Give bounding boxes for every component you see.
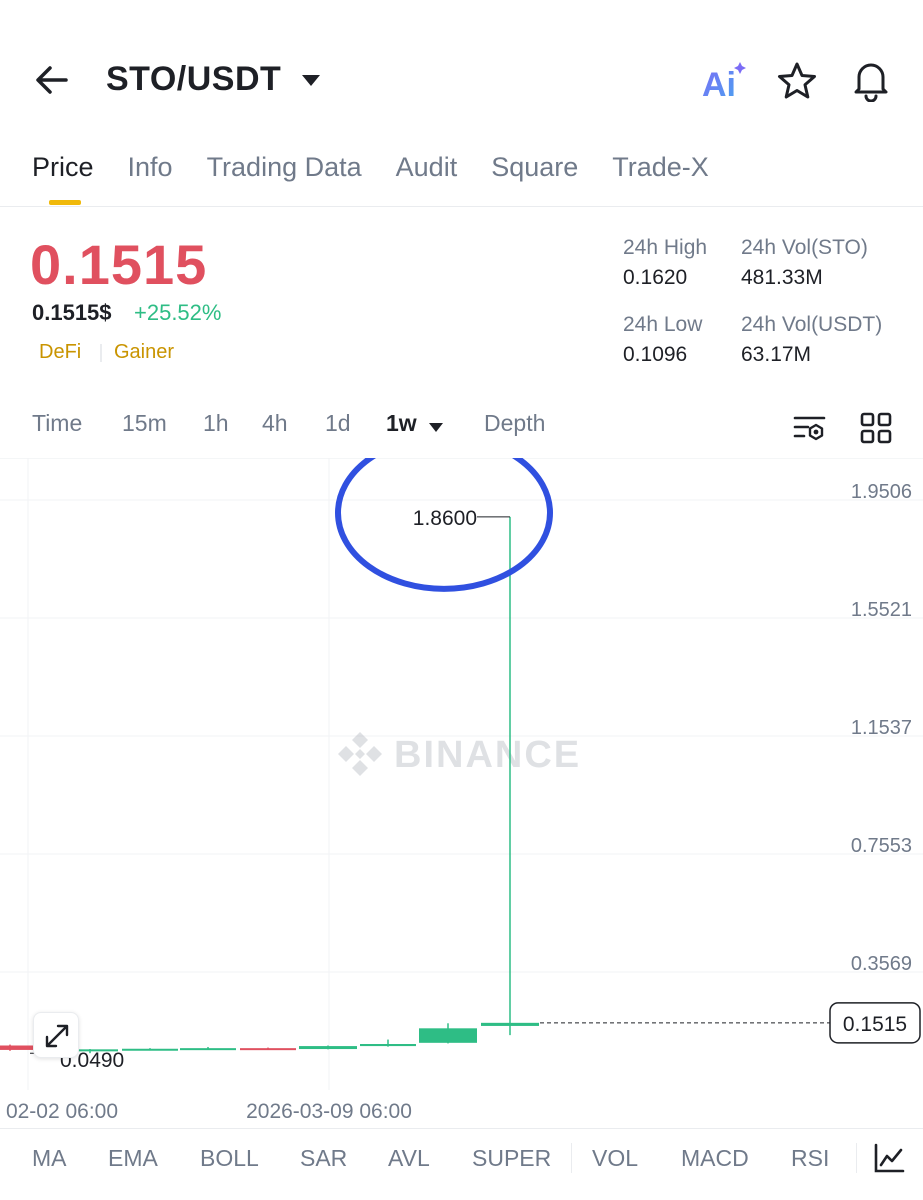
indicator-sar[interactable]: SAR <box>300 1145 347 1172</box>
candle-body <box>481 1022 539 1026</box>
interval-4h[interactable]: 4h <box>262 410 288 437</box>
y-tick-label: 1.5521 <box>851 599 912 621</box>
tab-bar: Price Info Trading Data Audit Square Tra… <box>32 148 709 208</box>
favorite-star-icon[interactable] <box>776 60 818 102</box>
indicator-boll[interactable]: BOLL <box>200 1145 259 1172</box>
line-chart-icon[interactable] <box>872 1141 906 1175</box>
indicator-ema[interactable]: EMA <box>108 1145 158 1172</box>
interval-1d[interactable]: 1d <box>325 410 351 437</box>
interval-1h[interactable]: 1h <box>203 410 229 437</box>
candle-body <box>419 1028 477 1043</box>
divider <box>0 206 923 207</box>
tag-gainer[interactable]: Gainer <box>114 341 174 364</box>
candle-body <box>240 1048 296 1051</box>
candle-body <box>360 1044 416 1047</box>
candle-body <box>122 1048 178 1051</box>
price-change-percent: +25.52% <box>134 300 222 325</box>
y-axis-labels: 1.9506 1.5521 1.1537 0.7553 0.3569 <box>851 481 912 975</box>
low-label: 24h Low <box>623 313 703 336</box>
tab-audit[interactable]: Audit <box>396 148 458 208</box>
indicator-avl[interactable]: AVL <box>388 1145 430 1172</box>
tab-square[interactable]: Square <box>491 148 578 208</box>
candles <box>0 516 539 1054</box>
tab-info[interactable]: Info <box>128 148 173 208</box>
tag-defi[interactable]: DeFi <box>39 341 81 364</box>
current-price-label: 0.1515 <box>843 1013 907 1036</box>
interval-depth[interactable]: Depth <box>484 410 545 437</box>
header: STO/USDT Ai <box>0 0 923 160</box>
vol-sto-label: 24h Vol(STO) <box>741 236 868 259</box>
indicator-bar: MA EMA BOLL SAR AVL SUPER VOL MACD RSI <box>0 1128 923 1188</box>
x-tick-label: 02-02 06:00 <box>6 1100 118 1123</box>
y-tick-label: 0.7553 <box>851 835 912 857</box>
interval-dropdown-icon[interactable] <box>428 421 444 433</box>
candlestick-chart[interactable]: BINANCE 1.9506 1.5521 1.1537 0.7553 0.3569 1… <box>0 458 923 1138</box>
candle-body <box>180 1048 236 1051</box>
indicator-ma[interactable]: MA <box>32 1145 67 1172</box>
fullscreen-button[interactable] <box>33 1012 79 1058</box>
tab-trade-x[interactable]: Trade-X <box>612 148 709 208</box>
indicator-vol[interactable]: VOL <box>592 1145 638 1172</box>
chart-settings-icon[interactable] <box>790 408 830 448</box>
last-price: 0.1515 <box>30 233 208 296</box>
usd-price: 0.1515$ <box>32 300 112 325</box>
y-tick-label: 0.3569 <box>851 953 912 975</box>
tab-trading-data[interactable]: Trading Data <box>207 148 362 208</box>
interval-15m[interactable]: 15m <box>122 410 167 437</box>
indicator-rsi[interactable]: RSI <box>791 1145 829 1172</box>
expand-icon <box>45 1024 69 1048</box>
high-value: 0.1620 <box>623 266 688 289</box>
layout-grid-icon[interactable] <box>856 408 896 448</box>
vol-sto-value: 481.33M <box>741 266 823 289</box>
indicator-divider <box>571 1143 572 1173</box>
y-tick-label: 1.1537 <box>851 717 912 739</box>
ai-label: Ai <box>702 66 736 102</box>
high-price-marker: 1.8600 <box>413 507 477 530</box>
chart-canvas: BINANCE 1.9506 1.5521 1.1537 0.7553 0.3569 1… <box>0 458 923 1123</box>
indicator-macd[interactable]: MACD <box>681 1145 749 1172</box>
x-axis-labels: 02-02 06:00 2026-03-09 06:00 <box>6 1100 412 1123</box>
indicator-super[interactable]: SUPER <box>472 1145 551 1172</box>
pair-title[interactable]: STO/USDT <box>106 60 281 99</box>
vol-usdt-value: 63.17M <box>741 343 812 366</box>
x-tick-label: 2026-03-09 06:00 <box>246 1100 412 1123</box>
candle-body <box>299 1046 357 1050</box>
indicator-divider <box>856 1143 857 1173</box>
low-value: 0.1096 <box>623 343 688 366</box>
tag-divider <box>100 344 102 362</box>
y-tick-label: 1.9506 <box>851 481 912 503</box>
interval-time[interactable]: Time <box>32 410 82 437</box>
tab-price[interactable]: Price <box>32 148 94 208</box>
back-arrow-icon[interactable] <box>30 58 74 102</box>
vol-usdt-label: 24h Vol(USDT) <box>741 313 883 336</box>
binance-watermark: BINANCE <box>338 732 581 776</box>
interval-1w[interactable]: 1w <box>386 410 417 437</box>
bell-icon[interactable] <box>850 58 892 102</box>
chevron-down-icon[interactable] <box>300 72 322 88</box>
watermark-text: BINANCE <box>394 734 581 776</box>
high-label: 24h High <box>623 236 708 259</box>
active-tab-indicator <box>49 200 81 205</box>
ai-assistant-icon[interactable]: Ai <box>700 58 750 102</box>
